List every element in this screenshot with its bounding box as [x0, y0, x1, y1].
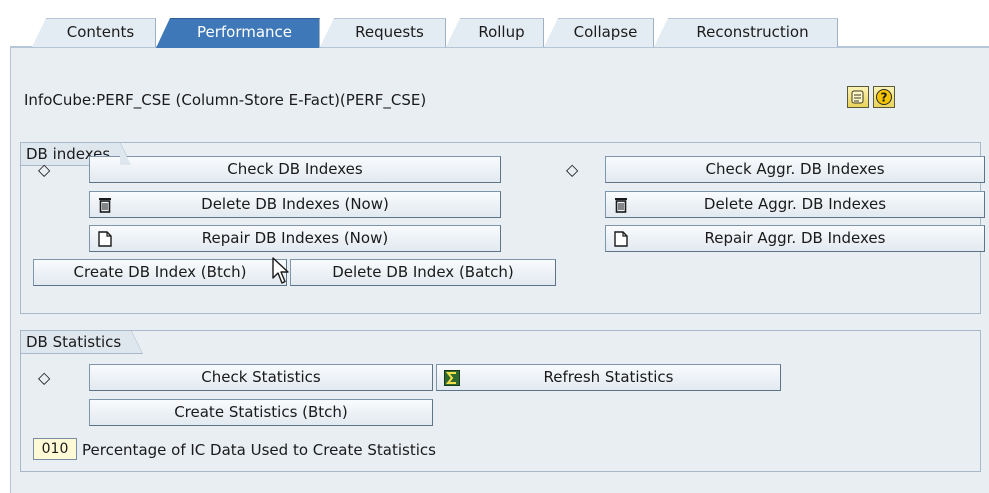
check-aggr-db-indexes-status-icon: ◇: [566, 160, 579, 179]
tab-label: Requests: [355, 23, 424, 41]
tab-performance[interactable]: Performance: [156, 18, 320, 48]
infocube-title: InfoCube:PERF_CSE (Column-Store E-Fact)(…: [24, 91, 427, 109]
button-label: Repair DB Indexes (Now): [201, 229, 389, 247]
refresh-statistics-button[interactable]: Refresh Statistics: [436, 364, 781, 391]
tab-collapse[interactable]: Collapse: [544, 18, 654, 47]
button-label: Create Statistics (Btch): [174, 403, 348, 421]
create-db-index-batch-button[interactable]: Create DB Index (Btch): [33, 259, 287, 286]
button-label: Check Aggr. DB Indexes: [705, 160, 885, 178]
help-icon[interactable]: ?: [873, 86, 895, 108]
delete-db-indexes-now-button[interactable]: Delete DB Indexes (Now): [89, 191, 501, 218]
button-label: Refresh Statistics: [543, 368, 674, 386]
button-label: Delete DB Index (Batch): [332, 263, 514, 281]
delete-db-index-batch-button[interactable]: Delete DB Index (Batch): [290, 259, 556, 286]
document-icon: [96, 229, 114, 248]
mouse-pointer-icon: [271, 256, 291, 290]
button-label: Delete DB Indexes (Now): [201, 195, 389, 213]
trash-icon: [96, 195, 114, 214]
tab-rollup[interactable]: Rollup: [446, 18, 544, 47]
delete-aggr-db-indexes-button[interactable]: Delete Aggr. DB Indexes: [605, 191, 985, 218]
check-db-indexes-button[interactable]: Check DB Indexes: [89, 156, 501, 183]
svg-text:?: ?: [881, 91, 888, 105]
scroll-icon[interactable]: [847, 86, 869, 108]
repair-db-indexes-now-button[interactable]: Repair DB Indexes (Now): [89, 225, 501, 252]
repair-aggr-db-indexes-button[interactable]: Repair Aggr. DB Indexes: [605, 225, 985, 252]
button-label: Repair Aggr. DB Indexes: [704, 229, 886, 247]
tab-label: Collapse: [573, 23, 638, 41]
trash-icon: [612, 195, 630, 214]
check-aggr-db-indexes-button[interactable]: Check Aggr. DB Indexes: [605, 156, 985, 183]
tab-requests[interactable]: Requests: [320, 18, 446, 47]
check-db-indexes-status-icon: ◇: [38, 160, 51, 179]
check-statistics-status-icon: ◇: [38, 368, 51, 387]
sigma-icon: [443, 368, 461, 387]
tab-label: Reconstruction: [696, 23, 809, 41]
tab-contents[interactable]: Contents: [32, 18, 156, 47]
create-statistics-batch-button[interactable]: Create Statistics (Btch): [89, 399, 433, 426]
tab-reconstruction[interactable]: Reconstruction: [654, 18, 838, 47]
button-label: Check DB Indexes: [227, 160, 363, 178]
db-statistics-group-label: DB Statistics: [20, 330, 144, 354]
tab-label: Rollup: [478, 23, 525, 41]
tab-label: Performance: [196, 23, 293, 41]
document-icon: [612, 229, 630, 248]
button-label: Check Statistics: [201, 368, 321, 386]
button-label: Delete Aggr. DB Indexes: [703, 195, 887, 213]
percentage-input[interactable]: 010: [33, 438, 77, 460]
tab-bar: Contents Performance Requests Rollup Col…: [0, 0, 989, 48]
tab-label: Contents: [66, 23, 135, 41]
percentage-label: Percentage of IC Data Used to Create Sta…: [82, 441, 436, 459]
button-label: Create DB Index (Btch): [73, 263, 247, 281]
check-statistics-button[interactable]: Check Statistics: [89, 364, 433, 391]
